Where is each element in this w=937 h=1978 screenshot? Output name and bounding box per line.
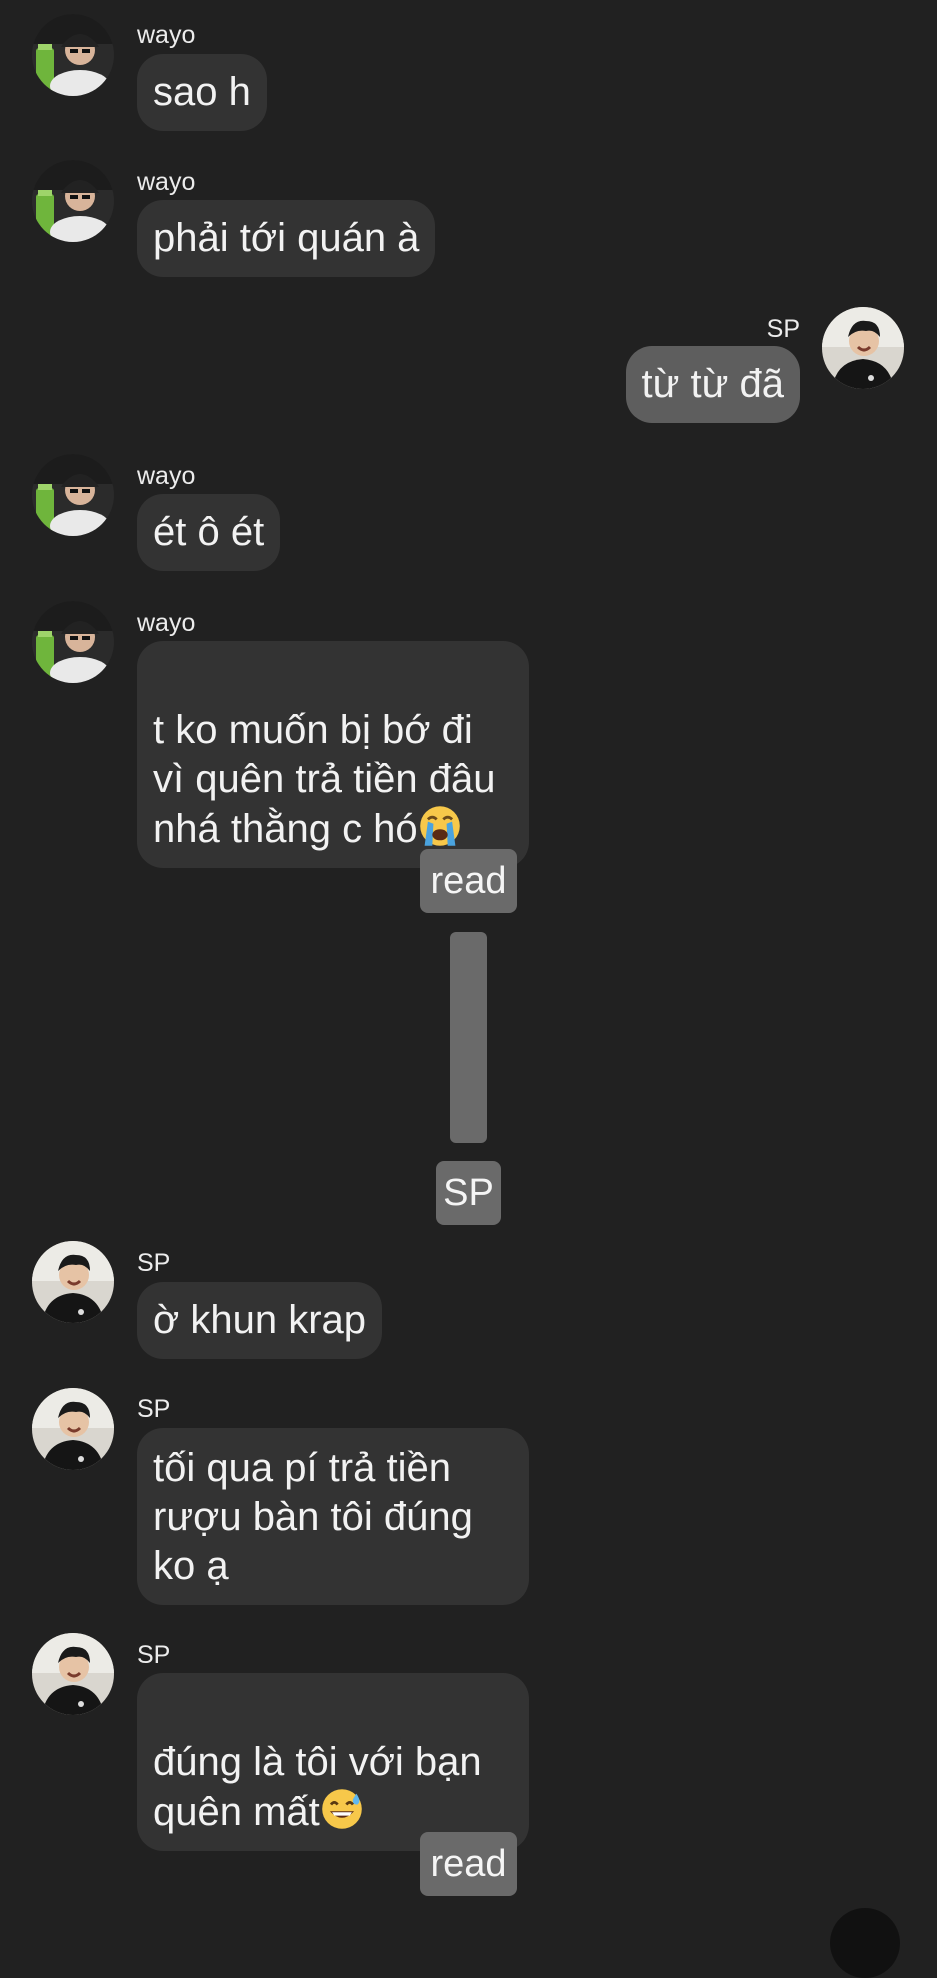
sp-avatar-image: [822, 307, 904, 389]
message-bubble[interactable]: sao h: [137, 54, 267, 131]
grinning-face-with-sweat-icon: [320, 1787, 364, 1831]
read-label: read: [420, 1832, 517, 1896]
sender-name: SP: [766, 315, 800, 343]
avatar[interactable]: [32, 454, 114, 536]
sender-name: SP: [137, 1641, 171, 1669]
sender-name: SP: [137, 1395, 171, 1423]
sender-name: wayo: [137, 168, 196, 196]
sp-label: SP: [436, 1161, 501, 1225]
redaction-bar: [450, 932, 487, 1143]
avatar[interactable]: [32, 1388, 114, 1470]
sp-avatar-image: [32, 1388, 114, 1470]
wayo-avatar-image: [32, 601, 114, 683]
message-bubble[interactable]: đúng là tôi với bạn quên mất: [137, 1673, 529, 1851]
read-label: read: [420, 849, 517, 913]
loudly-crying-face-icon: [418, 804, 462, 848]
message-bubble[interactable]: ét ô ét: [137, 494, 281, 571]
avatar[interactable]: [32, 160, 114, 242]
avatar[interactable]: [822, 307, 904, 389]
sender-name: wayo: [137, 609, 196, 637]
message-text: đúng là tôi với bạn quên mất: [153, 1740, 482, 1834]
avatar[interactable]: [32, 601, 114, 683]
wayo-avatar-image: [32, 160, 114, 242]
avatar[interactable]: [32, 1241, 114, 1323]
wayo-avatar-image: [32, 454, 114, 536]
message-bubble[interactable]: phải tới quán à: [137, 200, 436, 277]
avatar[interactable]: [32, 14, 114, 96]
sender-name: SP: [137, 1249, 171, 1277]
sender-name: wayo: [137, 21, 196, 49]
avatar-partial[interactable]: [830, 1908, 900, 1978]
sp-avatar-image: [32, 1241, 114, 1323]
sender-name: wayo: [137, 462, 196, 490]
avatar[interactable]: [32, 1633, 114, 1715]
sp-avatar-image: [32, 1633, 114, 1715]
message-bubble[interactable]: ờ khun krap: [137, 1282, 383, 1359]
message-bubble-outgoing[interactable]: từ từ đã: [625, 346, 800, 423]
message-bubble[interactable]: tối qua pí trả tiền rượu bàn tôi đúng ko…: [137, 1428, 529, 1605]
wayo-avatar-image: [32, 14, 114, 96]
message-bubble[interactable]: t ko muốn bị bớ đi vì quên trả tiền đâu …: [137, 641, 529, 868]
